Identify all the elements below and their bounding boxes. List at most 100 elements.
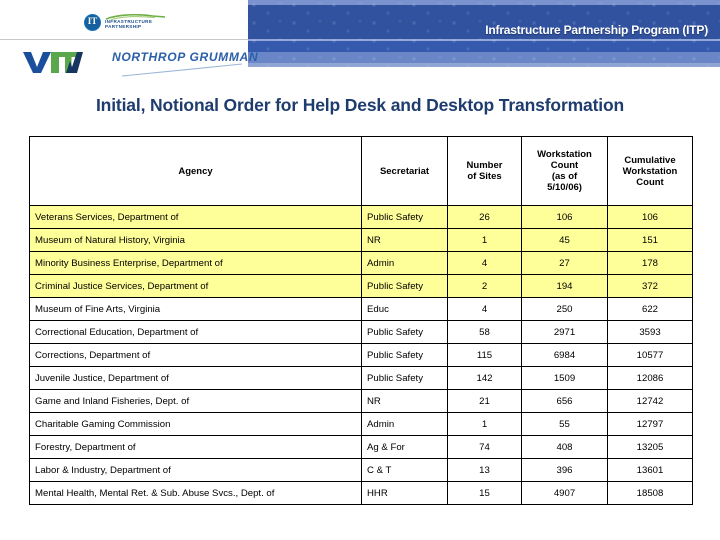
- cell-agency: Forestry, Department of: [29, 435, 362, 459]
- table-row: Mental Health, Mental Ret. & Sub. Abuse …: [29, 481, 693, 505]
- table-row: Veterans Services, Department of Public S…: [29, 205, 693, 229]
- northrop-grumman-swoosh-icon: [121, 63, 243, 77]
- cell-secretariat: Admin: [361, 251, 448, 275]
- table-row: Museum of Fine Arts, Virginia Educ 4 250 622: [29, 297, 693, 321]
- table-row: Game and Inland Fisheries, Dept. of NR 21 6…: [29, 389, 693, 413]
- column-header-workstation-line-2: Count: [550, 160, 579, 171]
- column-header-cumulative-line-2: Workstation: [622, 165, 678, 177]
- cell-secretariat: Public Safety: [361, 343, 448, 367]
- cell-cumulative-count: 151: [607, 228, 693, 252]
- cell-secretariat: NR: [361, 228, 448, 252]
- cell-workstation-count: 396: [521, 458, 608, 482]
- cell-workstation-count: 106: [521, 205, 608, 229]
- vita-logo: [22, 50, 84, 74]
- cell-agency: Mental Health, Mental Ret. & Sub. Abuse …: [29, 481, 362, 505]
- cell-number-of-sites: 58: [447, 320, 522, 344]
- table-row: Museum of Natural History, Virginia NR 1 45…: [29, 228, 693, 252]
- cell-cumulative-count: 12086: [607, 366, 693, 390]
- column-header-cumulative-workstation-count: Cumulative Workstation Count: [607, 136, 693, 206]
- cell-number-of-sites: 1: [447, 228, 522, 252]
- table-body: Veterans Services, Department of Public S…: [29, 205, 693, 505]
- table-row: Criminal Justice Services, Department of…: [29, 274, 693, 298]
- header-divider-rule: [0, 39, 248, 40]
- ip-wordmark-line-2: PARTNERSHIP: [105, 24, 142, 30]
- table-row: Juvenile Justice, Department of Public Sa…: [29, 366, 693, 390]
- cell-agency: Corrections, Department of: [29, 343, 362, 367]
- cell-cumulative-count: 18508: [607, 481, 693, 505]
- agency-transformation-table: Agency Secretariat Number of Sites Works…: [29, 136, 693, 505]
- cell-secretariat: HHR: [361, 481, 448, 505]
- page-title: Initial, Notional Order for Help Desk an…: [95, 95, 625, 115]
- cell-secretariat: Admin: [361, 412, 448, 436]
- cell-cumulative-count: 3593: [607, 320, 693, 344]
- table-header-row: Agency Secretariat Number of Sites Works…: [29, 136, 693, 206]
- cell-number-of-sites: 2: [447, 274, 522, 298]
- column-header-sites-line-1: Number: [466, 160, 503, 171]
- cell-workstation-count: 2971: [521, 320, 608, 344]
- cell-number-of-sites: 15: [447, 481, 522, 505]
- agency-table-container: Agency Secretariat Number of Sites Works…: [29, 136, 693, 505]
- cell-secretariat: Public Safety: [361, 274, 448, 298]
- northrop-grumman-logo: NORTHROP GRUMMAN: [112, 52, 258, 78]
- cell-cumulative-count: 13205: [607, 435, 693, 459]
- cell-number-of-sites: 115: [447, 343, 522, 367]
- cell-number-of-sites: 1: [447, 412, 522, 436]
- cell-workstation-count: 55: [521, 412, 608, 436]
- table-row: Correctional Education, Department of Pub…: [29, 320, 693, 344]
- cell-workstation-count: 45: [521, 228, 608, 252]
- cell-number-of-sites: 4: [447, 251, 522, 275]
- column-header-secretariat: Secretariat: [361, 136, 448, 206]
- page-header: Infrastructure Partnership Program (ITP)…: [0, 0, 720, 88]
- cell-agency: Criminal Justice Services, Department of: [29, 274, 362, 298]
- cell-workstation-count: 4907: [521, 481, 608, 505]
- cell-workstation-count: 656: [521, 389, 608, 413]
- infrastructure-partnership-logo: IT INFRASTRUCTURE PARTNERSHIP: [84, 13, 188, 33]
- ip-logo-wordmark: INFRASTRUCTURE PARTNERSHIP: [105, 19, 189, 30]
- table-row: Forestry, Department of Ag & For 74 408 1320…: [29, 435, 693, 459]
- cell-secretariat: Ag & For: [361, 435, 448, 459]
- cell-number-of-sites: 4: [447, 297, 522, 321]
- column-header-workstation-line-3: (as of: [551, 171, 578, 182]
- cell-agency: Museum of Fine Arts, Virginia: [29, 297, 362, 321]
- column-header-workstation-line-1: Workstation: [537, 149, 592, 160]
- table-row: Charitable Gaming Commission Admin 1 55 1279…: [29, 412, 693, 436]
- cell-agency: Charitable Gaming Commission: [29, 412, 362, 436]
- table-row: Minority Business Enterprise, Department…: [29, 251, 693, 275]
- table-row: Corrections, Department of Public Safety 1…: [29, 343, 693, 367]
- cell-secretariat: NR: [361, 389, 448, 413]
- cell-cumulative-count: 372: [607, 274, 693, 298]
- cell-number-of-sites: 21: [447, 389, 522, 413]
- column-header-sites-line-2: of Sites: [467, 171, 502, 182]
- cell-cumulative-count: 10577: [607, 343, 693, 367]
- cell-agency: Veterans Services, Department of: [29, 205, 362, 229]
- column-header-cumulative-line-1: Cumulative: [624, 154, 676, 166]
- column-header-cumulative-line-3: Count: [636, 176, 664, 188]
- column-header-number-of-sites: Number of Sites: [447, 136, 522, 206]
- cell-cumulative-count: 12797: [607, 412, 693, 436]
- table-row: Labor & Industry, Department of C & T 13 39…: [29, 458, 693, 482]
- cell-secretariat: Educ: [361, 297, 448, 321]
- cell-secretariat: C & T: [361, 458, 448, 482]
- cell-number-of-sites: 142: [447, 366, 522, 390]
- cell-agency: Minority Business Enterprise, Department…: [29, 251, 362, 275]
- cell-cumulative-count: 622: [607, 297, 693, 321]
- header-banner: Infrastructure Partnership Program (ITP): [248, 0, 720, 67]
- cell-workstation-count: 250: [521, 297, 608, 321]
- cell-workstation-count: 1509: [521, 366, 608, 390]
- cell-workstation-count: 408: [521, 435, 608, 459]
- cell-agency: Correctional Education, Department of: [29, 320, 362, 344]
- column-header-agency: Agency: [29, 136, 362, 206]
- cell-agency: Labor & Industry, Department of: [29, 458, 362, 482]
- cell-workstation-count: 194: [521, 274, 608, 298]
- banner-title-text: Infrastructure Partnership Program (ITP): [485, 23, 708, 37]
- cell-cumulative-count: 178: [607, 251, 693, 275]
- cell-secretariat: Public Safety: [361, 320, 448, 344]
- cell-number-of-sites: 13: [447, 458, 522, 482]
- cell-agency: Museum of Natural History, Virginia: [29, 228, 362, 252]
- cell-agency: Juvenile Justice, Department of: [29, 366, 362, 390]
- cell-secretariat: Public Safety: [361, 205, 448, 229]
- cell-cumulative-count: 12742: [607, 389, 693, 413]
- column-header-agency-line-1: Agency: [178, 165, 213, 177]
- cell-number-of-sites: 74: [447, 435, 522, 459]
- ip-circle-mark-letters: IT: [87, 16, 98, 26]
